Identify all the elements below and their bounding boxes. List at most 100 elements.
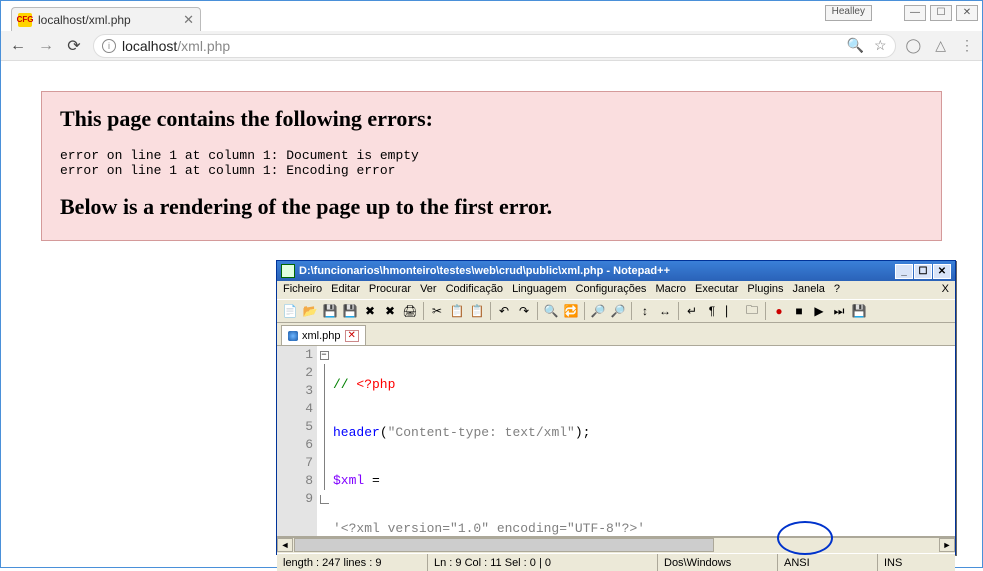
lang-icon[interactable]: 🗀 — [743, 302, 761, 320]
forward-button: → — [37, 37, 55, 55]
npp-tab-xmlphp[interactable]: xml.php ✕ — [281, 325, 366, 345]
code-text: ); — [575, 425, 591, 440]
line-number: 1 — [277, 346, 313, 364]
notepadpp-window[interactable]: D:\funcionarios\hmonteiro\testes\web\cru… — [276, 260, 956, 555]
stop-macro-icon[interactable]: ■ — [790, 302, 808, 320]
line-number: 2 — [277, 364, 313, 382]
fold-column: − — [317, 346, 331, 536]
save-macro-icon[interactable]: 💾 — [850, 302, 868, 320]
browser-tab[interactable]: CFG localhost/xml.php ✕ — [11, 7, 201, 31]
addr-tools: 🔍 ☆ — [847, 37, 887, 54]
close-button[interactable]: ✕ — [956, 5, 978, 21]
back-button[interactable]: ← — [9, 37, 27, 55]
menu-ficheiro[interactable]: Ficheiro — [283, 283, 322, 299]
toolbar-sep — [490, 302, 491, 320]
address-bar[interactable]: i localhost/xml.php 🔍 ☆ — [93, 34, 896, 58]
record-macro-icon[interactable]: ● — [770, 302, 788, 320]
menu-x[interactable]: X — [942, 283, 949, 299]
cut-icon[interactable]: ✂ — [428, 302, 446, 320]
redo-icon[interactable]: ↷ — [515, 302, 533, 320]
new-file-icon[interactable]: 📄 — [281, 302, 299, 320]
zoom-out-icon[interactable]: 🔎 — [609, 302, 627, 320]
sync-h-icon[interactable]: ↔ — [656, 302, 674, 320]
status-length: length : 247 lines : 9 — [277, 554, 427, 571]
tab-close-icon[interactable]: ✕ — [183, 12, 194, 28]
find-icon[interactable]: 🔍 — [542, 302, 560, 320]
line-number: 5 — [277, 418, 313, 436]
menu-editar[interactable]: Editar — [331, 283, 360, 299]
url-path: /xml.php — [177, 38, 230, 54]
healley-button[interactable]: Healley — [825, 5, 872, 21]
sync-v-icon[interactable]: ↕ — [636, 302, 654, 320]
menu-macro[interactable]: Macro — [655, 283, 686, 299]
save-all-icon[interactable]: 💾 — [341, 302, 359, 320]
scroll-thumb[interactable] — [294, 538, 714, 552]
menu-icon[interactable]: ⋮ — [960, 37, 974, 54]
toolbar-sep — [765, 302, 766, 320]
code-area[interactable]: // <?php header("Content-type: text/xml"… — [331, 346, 955, 536]
notifications-icon[interactable]: △ — [935, 37, 946, 54]
npp-minimize-button[interactable]: _ — [895, 264, 913, 279]
line-number: 7 — [277, 454, 313, 472]
npp-titlebar[interactable]: D:\funcionarios\hmonteiro\testes\web\cru… — [277, 261, 955, 281]
npp-doc-tabs: xml.php ✕ — [277, 323, 955, 345]
npp-maximize-button[interactable]: ☐ — [914, 264, 932, 279]
maximize-button[interactable]: ☐ — [930, 5, 952, 21]
line-number: 6 — [277, 436, 313, 454]
search-in-page-icon[interactable]: 🔍 — [847, 37, 864, 54]
wrap-icon[interactable]: ↵ — [683, 302, 701, 320]
print-icon[interactable]: 🖨 — [401, 302, 419, 320]
play-macro-icon[interactable]: ▶ — [810, 302, 828, 320]
status-ins: INS — [877, 554, 955, 571]
code-text: header — [333, 425, 380, 440]
paste-icon[interactable]: 📋 — [468, 302, 486, 320]
reload-button[interactable]: ⟳ — [65, 37, 83, 55]
scroll-right-icon[interactable]: ► — [939, 538, 955, 552]
undo-icon[interactable]: ↶ — [495, 302, 513, 320]
fold-toggle-icon[interactable]: − — [320, 351, 329, 360]
open-file-icon[interactable]: 📂 — [301, 302, 319, 320]
npp-app-icon — [281, 264, 295, 278]
code-text: = — [364, 473, 380, 488]
minimize-button[interactable]: — — [904, 5, 926, 21]
error-details: error on line 1 at column 1: Document is… — [60, 148, 923, 178]
xml-error-block: This page contains the following errors:… — [41, 91, 942, 241]
save-icon[interactable]: 💾 — [321, 302, 339, 320]
bookmark-star-icon[interactable]: ☆ — [874, 37, 887, 54]
site-info-icon[interactable]: i — [102, 39, 116, 53]
menu-help[interactable]: ? — [834, 283, 840, 299]
npp-tab-close-icon[interactable]: ✕ — [345, 330, 359, 342]
code-text: ( — [380, 425, 388, 440]
npp-window-controls: _ ☐ ✕ — [894, 264, 951, 279]
url-host: localhost — [122, 38, 177, 54]
close-all-icon[interactable]: ✖ — [381, 302, 399, 320]
status-eol: Dos\Windows — [657, 554, 777, 571]
scroll-left-icon[interactable]: ◄ — [277, 538, 293, 552]
menu-executar[interactable]: Executar — [695, 283, 738, 299]
menu-procurar[interactable]: Procurar — [369, 283, 411, 299]
code-text: '<?xml version="1.0" encoding="UTF-8"?>' — [333, 521, 645, 536]
file-icon — [288, 331, 298, 341]
horizontal-scrollbar[interactable]: ◄ ► — [277, 537, 955, 553]
toolbar-sep — [631, 302, 632, 320]
menu-linguagem[interactable]: Linguagem — [512, 283, 566, 299]
copy-icon[interactable]: 📋 — [448, 302, 466, 320]
error-below-heading: Below is a rendering of the page up to t… — [60, 194, 923, 220]
menu-codificacao[interactable]: Codificação — [446, 283, 503, 299]
npp-close-button[interactable]: ✕ — [933, 264, 951, 279]
menu-janela[interactable]: Janela — [793, 283, 825, 299]
status-encoding[interactable]: ANSI — [777, 554, 877, 571]
menu-configuracoes[interactable]: Configurações — [576, 283, 647, 299]
menu-plugins[interactable]: Plugins — [747, 283, 783, 299]
extension-icon[interactable]: ◯ — [906, 37, 922, 54]
status-encoding-label: ANSI — [784, 557, 810, 569]
all-chars-icon[interactable]: ¶ — [703, 302, 721, 320]
indent-guide-icon[interactable]: ⎸ — [723, 302, 741, 320]
run-macro-icon[interactable]: ⏭ — [830, 302, 848, 320]
menu-ver[interactable]: Ver — [420, 283, 437, 299]
npp-editor[interactable]: 1 2 3 4 5 6 7 8 9 − — [277, 345, 955, 537]
browser-actions: ◯ △ ⋮ — [906, 37, 974, 54]
close-tab-icon[interactable]: ✖ — [361, 302, 379, 320]
zoom-in-icon[interactable]: 🔎 — [589, 302, 607, 320]
replace-icon[interactable]: 🔁 — [562, 302, 580, 320]
